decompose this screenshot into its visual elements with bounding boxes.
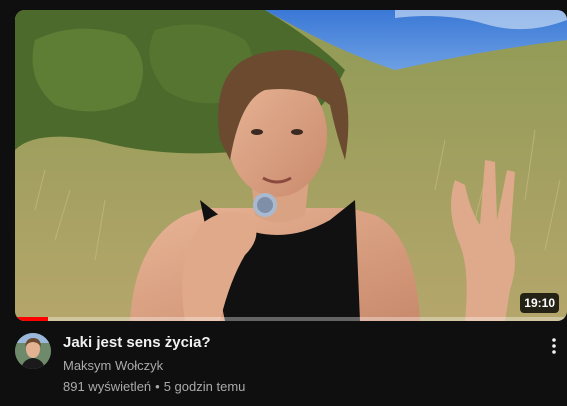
video-stats: 891 wyświetleń • 5 godzin temu [63,378,523,396]
channel-avatar[interactable] [15,333,51,369]
avatar-image [15,333,51,369]
video-details: Jaki jest sens życia? Maksym Wołczyk 891… [63,333,523,396]
video-card[interactable]: 19:10 Jaki jest sens życia? Maksym Wołcz… [0,0,567,406]
watch-progress-track [15,317,567,321]
more-options-button[interactable] [544,336,564,356]
duration-badge: 19:10 [520,293,559,313]
upload-age: 5 godzin temu [163,379,246,394]
thumbnail-image [15,10,567,321]
more-vertical-icon [552,338,556,354]
video-thumbnail[interactable]: 19:10 [15,10,567,321]
video-title[interactable]: Jaki jest sens życia? [63,333,523,353]
meta-separator: • [155,379,160,394]
watch-progress-bar [15,317,49,321]
view-count: 891 wyświetleń [63,379,152,394]
channel-name[interactable]: Maksym Wołczyk [63,357,523,375]
